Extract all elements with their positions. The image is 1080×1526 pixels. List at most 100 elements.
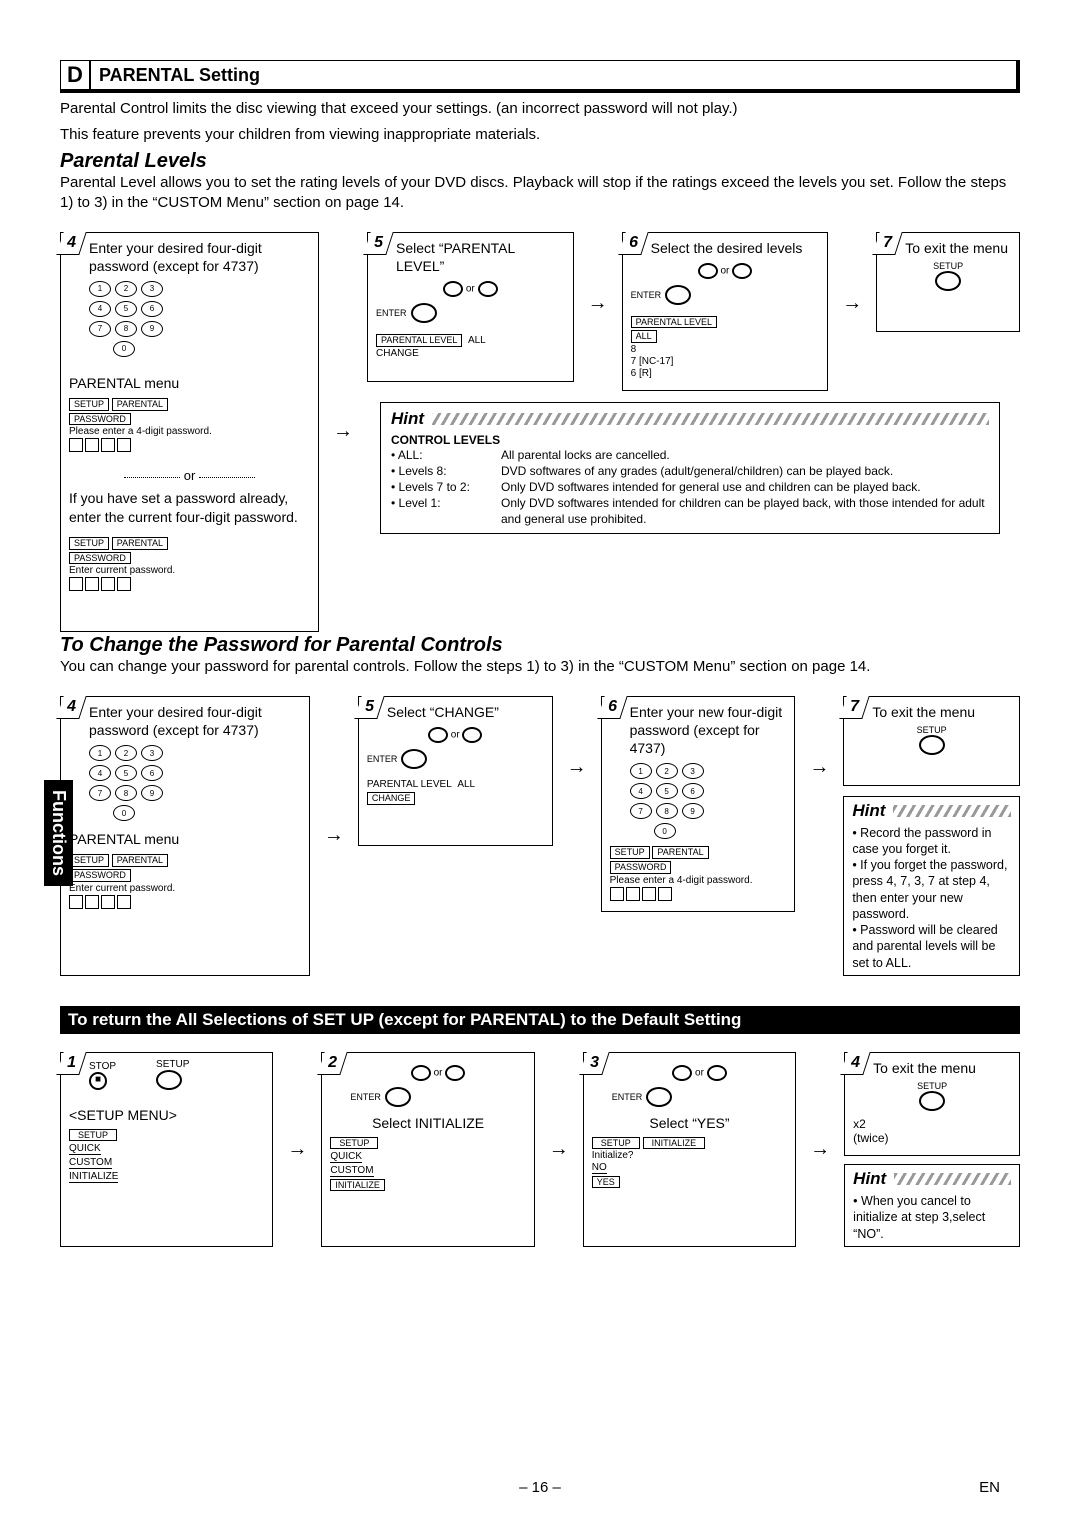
step-7: 7 To exit the menu SETUP bbox=[843, 696, 1020, 786]
step-text: To exit the menu bbox=[873, 1059, 1011, 1077]
osd-preview: SETUP PARENTAL PASSWORD Please enter a 4… bbox=[610, 845, 787, 901]
arrow-icon: → bbox=[567, 756, 587, 779]
hint-box-cancel: Hint • When you cancel to initialize at … bbox=[844, 1164, 1020, 1247]
hint-box-control-levels: Hint CONTROL LEVELS • ALL:All parental l… bbox=[380, 402, 1000, 535]
arrow-icon: → bbox=[324, 824, 344, 847]
osd-preview: SETUP PARENTAL PASSWORD Please enter a 4… bbox=[69, 397, 310, 453]
parental-levels-heading: Parental Levels bbox=[60, 150, 1020, 173]
enter-button-icon: ENTER bbox=[350, 1087, 525, 1107]
osd-preview: PARENTAL LEVEL ALL CHANGE bbox=[376, 333, 565, 360]
change-password-para: You can change your password for parenta… bbox=[60, 657, 1020, 677]
reset-defaults-header: To return the All Selections of SET UP (… bbox=[60, 1006, 1020, 1034]
step-text: Select INITIALIZE bbox=[330, 1115, 525, 1131]
setup-button-icon: SETUP bbox=[852, 725, 1011, 757]
setup-button-icon: SETUP bbox=[885, 261, 1011, 293]
step-4: 4 Enter your desired four-digit password… bbox=[60, 232, 319, 632]
arrow-icon: → bbox=[810, 1138, 830, 1161]
hint-title: Hint bbox=[852, 801, 885, 821]
step-number: 4 bbox=[840, 1052, 870, 1075]
step-6: 6 Enter your new four-digit password (ex… bbox=[601, 696, 796, 912]
osd-preview: PARENTAL LEVEL ALL CHANGE bbox=[367, 779, 544, 806]
step-number: 7 bbox=[840, 696, 870, 719]
setup-menu-label: <SETUP MENU> bbox=[69, 1107, 264, 1123]
or-divider: or bbox=[69, 468, 310, 483]
parental-levels-para: Parental Level allows you to set the rat… bbox=[60, 173, 1020, 214]
keypad-icon: 123 456 789 0 bbox=[89, 281, 169, 357]
step-text: Select “CHANGE” bbox=[387, 703, 544, 721]
section-header: D PARENTAL Setting bbox=[60, 60, 1020, 93]
x2-label: x2(twice) bbox=[853, 1117, 1011, 1145]
stop-button-icon: STOP■ bbox=[89, 1061, 116, 1090]
setup-button-icon: SETUP bbox=[156, 1059, 189, 1093]
step-number: 5 bbox=[354, 696, 384, 719]
osd-preview: SETUP QUICK CUSTOM INITIALIZE bbox=[69, 1129, 264, 1184]
cursor-or-icon: or bbox=[631, 263, 820, 279]
step-number: 1 bbox=[56, 1052, 86, 1075]
step-text: Enter your desired four-digit password (… bbox=[89, 703, 301, 739]
step-number: 6 bbox=[618, 232, 648, 255]
change-password-heading: To Change the Password for Parental Cont… bbox=[60, 634, 1020, 657]
hint-title: Hint bbox=[853, 1169, 886, 1189]
arrow-icon: → bbox=[287, 1138, 307, 1161]
change-password-steps: 4 Enter your desired four-digit password… bbox=[60, 696, 1020, 976]
enter-button-icon: ENTER bbox=[367, 749, 544, 769]
keypad-icon: 123 456 789 0 bbox=[89, 745, 169, 821]
section-title: PARENTAL Setting bbox=[91, 65, 260, 86]
step-1: 1 STOP■ SETUP <SETUP MENU> SETUP QUICK C… bbox=[60, 1052, 273, 1247]
step-text: Select “PARENTAL LEVEL” bbox=[396, 239, 565, 275]
intro-line-2: This feature prevents your children from… bbox=[60, 125, 1020, 145]
step-5: 5 Select “CHANGE” or ENTER PARENTAL LEVE… bbox=[358, 696, 553, 846]
step-text: To exit the menu bbox=[905, 239, 1011, 257]
setup-button-icon: SETUP bbox=[853, 1081, 1011, 1113]
step-number: 4 bbox=[56, 696, 86, 719]
functions-side-tab: Functions bbox=[44, 780, 73, 886]
cursor-or-icon: or bbox=[376, 281, 565, 297]
enter-button-icon: ENTER bbox=[376, 303, 565, 323]
step-number: 4 bbox=[56, 232, 86, 255]
step-number: 2 bbox=[318, 1052, 348, 1075]
arrow-icon: → bbox=[333, 420, 353, 443]
step-3: 3 or ENTER Select “YES” SETUP INITIALIZE… bbox=[583, 1052, 796, 1247]
hint-title: Hint bbox=[391, 409, 424, 429]
step-text: Enter your new four-digit password (exce… bbox=[630, 703, 787, 758]
step-number: 7 bbox=[873, 232, 903, 255]
hint-box-password: Hint • Record the password in case you f… bbox=[843, 796, 1020, 976]
step-5: 5 Select “PARENTAL LEVEL” or ENTER PAREN… bbox=[367, 232, 574, 382]
step-text: Select the desired levels bbox=[651, 239, 820, 257]
osd-preview: SETUP PARENTAL PASSWORD Enter current pa… bbox=[69, 853, 301, 909]
parental-menu-label: PARENTAL menu bbox=[69, 831, 301, 847]
page-language: EN bbox=[979, 1479, 1000, 1496]
hint-subtitle: CONTROL LEVELS bbox=[391, 433, 989, 447]
step-number: 5 bbox=[363, 232, 393, 255]
osd-preview-alt: SETUP PARENTAL PASSWORD Enter current pa… bbox=[69, 536, 310, 592]
page-footer: – 16 – EN bbox=[0, 1479, 1080, 1496]
arrow-icon: → bbox=[588, 292, 608, 315]
section-letter: D bbox=[61, 61, 91, 89]
arrow-icon: → bbox=[842, 292, 862, 315]
step-text: Select “YES” bbox=[592, 1115, 787, 1131]
control-levels-table: • ALL:All parental locks are cancelled. … bbox=[391, 447, 989, 528]
enter-button-icon: ENTER bbox=[612, 1087, 787, 1107]
initialize-steps: 1 STOP■ SETUP <SETUP MENU> SETUP QUICK C… bbox=[60, 1052, 1020, 1247]
parental-menu-label: PARENTAL menu bbox=[69, 375, 310, 391]
osd-preview: PARENTAL LEVEL ALL 8 7 [NC-17] 6 [R] bbox=[631, 315, 820, 381]
cursor-or-icon: or bbox=[350, 1065, 525, 1081]
step-4: 4 To exit the menu SETUP x2(twice) bbox=[844, 1052, 1020, 1156]
step-6: 6 Select the desired levels or ENTER PAR… bbox=[622, 232, 829, 392]
step-text: Enter your desired four-digit password (… bbox=[89, 239, 310, 275]
step-4: 4 Enter your desired four-digit password… bbox=[60, 696, 310, 976]
osd-preview: SETUP INITIALIZE Initialize? NO YES bbox=[592, 1137, 787, 1189]
arrow-icon: → bbox=[549, 1138, 569, 1161]
step-7: 7 To exit the menu SETUP bbox=[876, 232, 1020, 332]
step-number: 6 bbox=[597, 696, 627, 719]
cursor-or-icon: or bbox=[612, 1065, 787, 1081]
arrow-icon: → bbox=[809, 756, 829, 779]
step-number: 3 bbox=[579, 1052, 609, 1075]
step-2: 2 or ENTER Select INITIALIZE SETUP QUICK… bbox=[321, 1052, 534, 1247]
step-text: To exit the menu bbox=[872, 703, 1011, 721]
keypad-icon: 123 456 789 0 bbox=[630, 763, 710, 839]
page-number: – 16 – bbox=[519, 1479, 561, 1496]
step-4-alt-text: If you have set a password already, ente… bbox=[69, 489, 310, 525]
osd-preview: SETUP QUICK CUSTOM INITIALIZE bbox=[330, 1137, 525, 1192]
cursor-or-icon: or bbox=[367, 727, 544, 743]
